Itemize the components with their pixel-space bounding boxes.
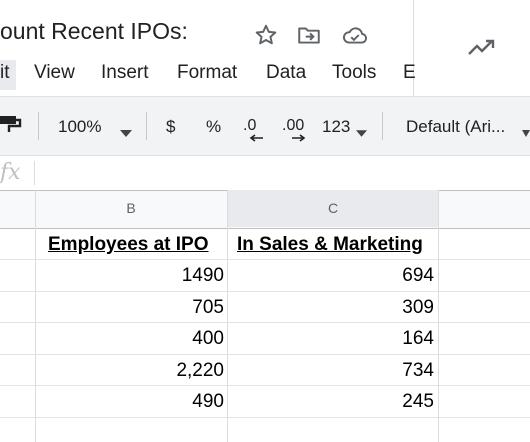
chevron-down-icon[interactable] (356, 124, 367, 142)
grid-line (35, 190, 36, 442)
grid-line (0, 259, 530, 260)
increase-decimal-button[interactable]: .00 (282, 115, 312, 145)
table-cell[interactable]: 309 (402, 297, 434, 319)
menu-format[interactable]: Format (177, 60, 237, 90)
decrease-decimal-label: .0 (243, 117, 257, 134)
increase-decimal-label: .00 (282, 117, 305, 134)
menu-view[interactable]: View (34, 60, 75, 90)
toolbar-separator (38, 112, 39, 140)
column-header-b[interactable]: B (35, 190, 227, 227)
toolbar-separator (146, 112, 147, 140)
toolbar-separator (382, 112, 383, 140)
grid-line (0, 291, 530, 292)
menu-tools[interactable]: Tools (332, 60, 376, 90)
grid-line (0, 417, 530, 418)
table-cell[interactable]: 245 (402, 391, 434, 413)
cloud-saved-icon[interactable] (341, 22, 367, 48)
trending-up-icon[interactable] (466, 36, 498, 60)
chevron-down-icon[interactable] (120, 124, 132, 142)
table-cell[interactable]: 164 (402, 328, 434, 350)
grid-line (0, 354, 530, 355)
table-cell[interactable]: 734 (402, 360, 434, 382)
cell-c-header[interactable]: In Sales & Marketing (237, 234, 423, 256)
fx-icon: fx (0, 160, 21, 185)
menu-data[interactable]: Data (266, 60, 306, 90)
table-cell[interactable]: 705 (192, 297, 224, 319)
font-family-select[interactable]: Default (Ari... (406, 117, 505, 137)
menu-edit[interactable]: it (0, 60, 16, 90)
decrease-decimal-button[interactable]: .0 (243, 115, 265, 145)
table-cell[interactable]: 694 (402, 265, 434, 287)
arrow-right-icon (292, 134, 306, 142)
grid-line (0, 322, 530, 323)
table-cell[interactable]: 1490 (182, 265, 224, 287)
grid-line (438, 190, 439, 442)
menu-extensions[interactable]: E (403, 60, 416, 90)
chevron-down-icon[interactable] (522, 124, 530, 142)
star-icon[interactable] (253, 22, 279, 48)
grid-line (0, 385, 530, 386)
move-folder-icon[interactable] (296, 22, 322, 48)
table-cell[interactable]: 490 (192, 391, 224, 413)
arrow-left-icon (249, 134, 263, 142)
paint-format-icon[interactable] (0, 116, 22, 136)
table-cell[interactable]: 2,220 (176, 360, 224, 382)
menu-insert[interactable]: Insert (101, 60, 149, 90)
grid-line (227, 190, 228, 442)
cell-b-header[interactable]: Employees at IPO (48, 234, 209, 256)
document-title[interactable]: ount Recent IPOs: (0, 18, 188, 45)
percent-format-button[interactable]: % (206, 117, 221, 137)
formula-separator (34, 161, 35, 185)
column-header-c[interactable]: C (228, 190, 438, 227)
more-formats-button[interactable]: 123 (322, 117, 350, 137)
formula-bar[interactable] (0, 155, 530, 191)
zoom-select[interactable]: 100% (58, 117, 101, 137)
currency-format-button[interactable]: $ (166, 117, 175, 137)
table-cell[interactable]: 400 (192, 328, 224, 350)
